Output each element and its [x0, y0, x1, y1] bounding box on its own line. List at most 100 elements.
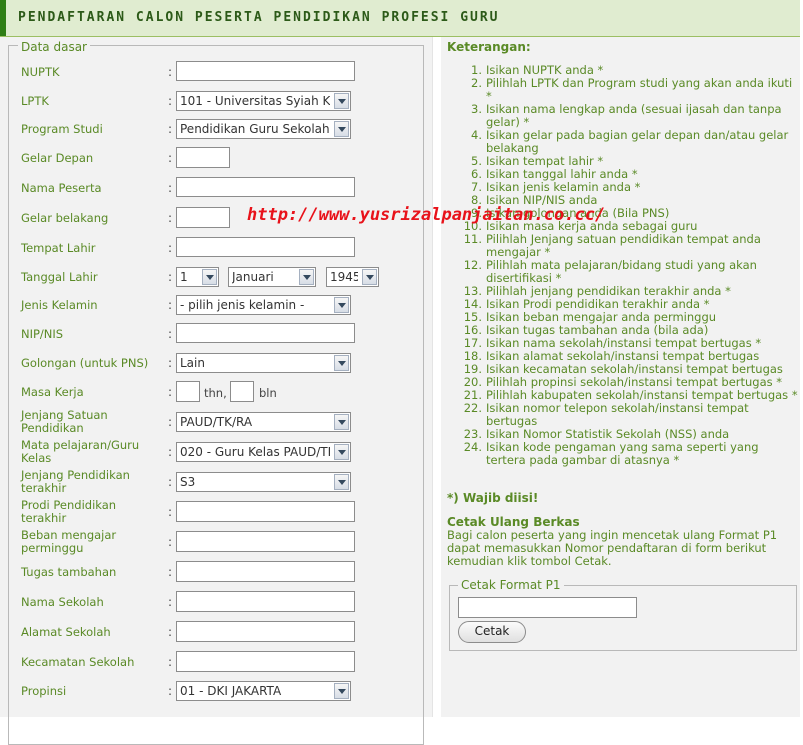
header-accent-bar — [0, 0, 6, 36]
months-unit-label: bln — [259, 386, 277, 400]
lptk-select[interactable]: 101 - Universitas Syiah Kuala — [176, 91, 351, 111]
instruction-item: 2. Pilihlah LPTK dan Program studi yang a… — [447, 77, 799, 103]
propinsi-row: Propinsi : 01 - DKI JAKARTA — [0, 680, 432, 710]
prodi-pendidikan-row: Prodi Pendidikan terakhir : — [0, 498, 432, 528]
gelar-depan-colon: : — [168, 151, 173, 165]
masa-kerja-label: Masa Kerja — [21, 385, 84, 399]
golongan-label: Golongan (untuk PNS) — [21, 356, 149, 370]
nuptk-row: NUPTK : — [0, 60, 432, 90]
tempat-lahir-input[interactable] — [176, 237, 355, 257]
beban-mengajar-colon: : — [168, 535, 173, 549]
instruction-text: Isikan alamat sekolah/instansi tempat be… — [486, 349, 760, 363]
propinsi-select-value: 01 - DKI JAKARTA — [180, 684, 282, 698]
beban-mengajar-row: Beban mengajar perminggu : — [0, 528, 432, 558]
nama-peserta-colon: : — [168, 181, 173, 195]
golongan-select[interactable]: Lain — [176, 353, 351, 373]
beban-mengajar-input[interactable] — [176, 531, 355, 552]
jenjang-satuan-row: Jenjang Satuan Pendidikan : PAUD/TK/RA — [0, 408, 432, 438]
kecamatan-sekolah-colon: : — [168, 655, 173, 669]
birth-year-value: 1945 — [330, 270, 358, 284]
nama-sekolah-label: Nama Sekolah — [21, 595, 104, 609]
jenjang-pendidikan-row: Jenjang Pendidikan terakhir : S3 — [0, 468, 432, 498]
golongan-colon: : — [168, 356, 173, 370]
instruction-text: Pilihlah mata pelajaran/bidang studi yan… — [486, 258, 757, 285]
years-unit-label: thn, — [204, 386, 227, 400]
gelar-belakang-colon: : — [168, 211, 173, 225]
jenjang-satuan-label: Jenjang Satuan Pendidikan — [21, 408, 108, 435]
instruction-text: Isikan nama lengkap anda (sesuai ijasah … — [486, 102, 782, 129]
kecamatan-sekolah-input[interactable] — [176, 651, 355, 672]
instruction-text: Isikan jenis kelamin anda * — [486, 180, 641, 194]
jenis-kelamin-row: Jenis Kelamin : - pilih jenis kelamin - — [0, 294, 432, 324]
chevron-down-icon — [334, 444, 349, 460]
instruction-text: Pilihlah Jenjang satuan pendidikan tempa… — [486, 232, 761, 259]
nama-sekolah-input[interactable] — [176, 591, 355, 612]
prodi-pendidikan-label: Prodi Pendidikan terakhir — [21, 498, 117, 525]
golongan-row: Golongan (untuk PNS) : Lain — [0, 352, 432, 382]
chevron-down-icon — [334, 93, 349, 109]
tugas-tambahan-colon: : — [168, 565, 173, 579]
propinsi-colon: : — [168, 684, 173, 698]
tanggal-lahir-label: Tanggal Lahir — [21, 270, 98, 284]
cetak-button[interactable]: Cetak — [458, 621, 526, 643]
jenjang-satuan-colon: : — [168, 415, 173, 429]
nama-peserta-label: Nama Peserta — [21, 181, 102, 195]
instruction-text: Isikan tanggal lahir anda * — [486, 167, 638, 181]
watermark-url: http://www.yusrizalpanjaitan.co.cc/ — [247, 205, 606, 225]
propinsi-select[interactable]: 01 - DKI JAKARTA — [176, 681, 351, 701]
instruction-text: Pilihlah propinsi sekolah/instansi tempa… — [486, 375, 783, 389]
tempat-lahir-label: Tempat Lahir — [21, 241, 96, 255]
nuptk-label: NUPTK — [21, 65, 60, 79]
chevron-down-icon — [334, 683, 349, 699]
gelar-belakang-input[interactable] — [176, 207, 230, 228]
instruction-number: 24. — [463, 440, 482, 454]
instruction-number: 3. — [471, 102, 482, 116]
birth-month-select[interactable]: Januari — [228, 267, 316, 287]
jenis-kelamin-select[interactable]: - pilih jenis kelamin - — [176, 295, 351, 315]
gelar-depan-input[interactable] — [176, 147, 230, 168]
nama-peserta-input[interactable] — [176, 177, 355, 197]
alamat-sekolah-input[interactable] — [176, 621, 355, 642]
prodi-pendidikan-input[interactable] — [176, 501, 355, 522]
instruction-number: 2. — [471, 76, 482, 90]
jenjang-satuan-select[interactable]: PAUD/TK/RA — [176, 412, 351, 432]
tempat-lahir-row: Tempat Lahir : — [0, 237, 432, 267]
alamat-sekolah-colon: : — [168, 625, 173, 639]
instruction-item: 4. Isikan gelar pada bagian gelar depan d… — [447, 129, 799, 155]
nip-nis-input[interactable] — [176, 323, 355, 343]
tugas-tambahan-input[interactable] — [176, 561, 355, 582]
instruction-item: 12. Pilihlah mata pelajaran/bidang studi … — [447, 259, 799, 285]
masa-kerja-years-input[interactable] — [176, 381, 200, 402]
program-studi-select-value: Pendidikan Guru Sekolah Dasar — [180, 122, 330, 136]
jenjang-pendidikan-select[interactable]: S3 — [176, 472, 351, 492]
page-title: PENDAFTARAN CALON PESERTA PENDIDIKAN PRO… — [18, 10, 500, 25]
kecamatan-sekolah-label: Kecamatan Sekolah — [21, 655, 135, 669]
jenis-kelamin-select-value: - pilih jenis kelamin - — [180, 298, 305, 312]
tanggal-lahir-row: Tanggal Lahir : 1 Januari 1945 — [0, 266, 432, 296]
nuptk-input[interactable] — [176, 61, 355, 81]
registration-number-input[interactable] — [458, 597, 637, 618]
instruction-list: 1. Isikan NUPTK anda * 2. Pilihlah LPTK da… — [447, 64, 799, 467]
chevron-down-icon — [334, 414, 349, 430]
beban-mengajar-label: Beban mengajar perminggu — [21, 528, 117, 555]
instruction-item: 24. Isikan kode pengaman yang sama sepert… — [447, 441, 799, 467]
chevron-down-icon — [299, 269, 314, 285]
birth-day-select[interactable]: 1 — [176, 267, 219, 287]
tanggal-lahir-colon: : — [168, 270, 173, 284]
lptk-label: LPTK — [21, 94, 49, 108]
program-studi-select[interactable]: Pendidikan Guru Sekolah Dasar — [176, 119, 351, 139]
tugas-tambahan-row: Tugas tambahan : — [0, 561, 432, 591]
instruction-text: Pilihlah jenjang pendidikan terakhir and… — [486, 284, 731, 298]
mata-pelajaran-select[interactable]: 020 - Guru Kelas PAUD/TK — [176, 442, 351, 462]
instruction-text: Isikan beban mengajar anda perminggu — [486, 310, 717, 324]
nama-sekolah-row: Nama Sekolah : — [0, 591, 432, 621]
birth-year-select[interactable]: 1945 — [326, 267, 379, 287]
reprint-description: Bagi calon peserta yang ingin mencetak u… — [447, 528, 778, 568]
program-studi-row: Program Studi : Pendidikan Guru Sekolah … — [0, 118, 432, 148]
instruction-text: Isikan nomor telepon sekolah/instansi te… — [486, 401, 749, 428]
birth-day-value: 1 — [180, 270, 188, 284]
reprint-heading: Cetak Ulang Berkas — [447, 515, 580, 529]
tempat-lahir-colon: : — [168, 241, 173, 255]
keterangan-heading: Keterangan: — [447, 40, 531, 54]
masa-kerja-months-input[interactable] — [230, 381, 254, 402]
